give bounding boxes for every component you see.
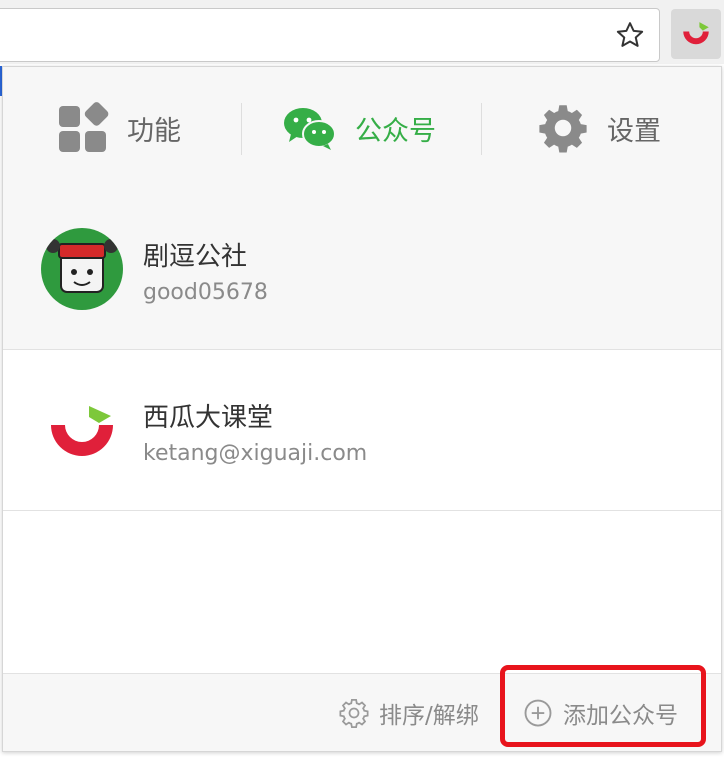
browser-toolbar [0,0,724,64]
tab-bar: 功能 公众号 设置 [3,67,721,191]
xiguaji-logo-icon [683,22,709,45]
tab-settings[interactable]: 设置 [537,93,661,163]
sort-unbind-button[interactable]: 排序/解绑 [339,674,479,751]
add-account-button[interactable]: 添加公众号 [523,674,678,751]
grid-icon [57,102,109,154]
sort-unbind-label: 排序/解绑 [379,703,479,729]
wechat-icon [283,106,337,150]
tab-functions-label: 功能 [127,115,181,147]
tab-divider [481,103,482,155]
tab-accounts[interactable]: 公众号 [283,93,436,163]
avatar [41,228,123,310]
account-name: 剧逗公社 [143,242,248,272]
account-item[interactable]: 剧逗公社 good05678 [3,190,721,350]
tab-divider [241,103,242,155]
gear-icon [537,102,589,154]
plus-circle-icon [523,698,553,728]
popup-footer: 排序/解绑 添加公众号 [3,673,721,751]
account-id: ketang@xiguaji.com [143,441,368,466]
star-icon[interactable] [610,15,650,55]
xiguaji-logo [41,389,123,471]
extension-button[interactable] [671,9,721,59]
add-account-label: 添加公众号 [563,703,678,729]
tab-accounts-label: 公众号 [355,115,436,147]
account-name: 西瓜大课堂 [143,403,274,433]
gear-icon [339,698,369,728]
tab-functions[interactable]: 功能 [57,93,181,163]
account-item[interactable]: 西瓜大课堂 ketang@xiguaji.com [3,351,721,511]
tab-settings-label: 设置 [607,115,661,147]
extension-popup: 功能 公众号 设置 剧逗公社 good05678 西瓜大课堂 ketang@xi… [2,66,722,752]
address-bar[interactable] [0,8,660,62]
account-id: good05678 [143,280,268,305]
